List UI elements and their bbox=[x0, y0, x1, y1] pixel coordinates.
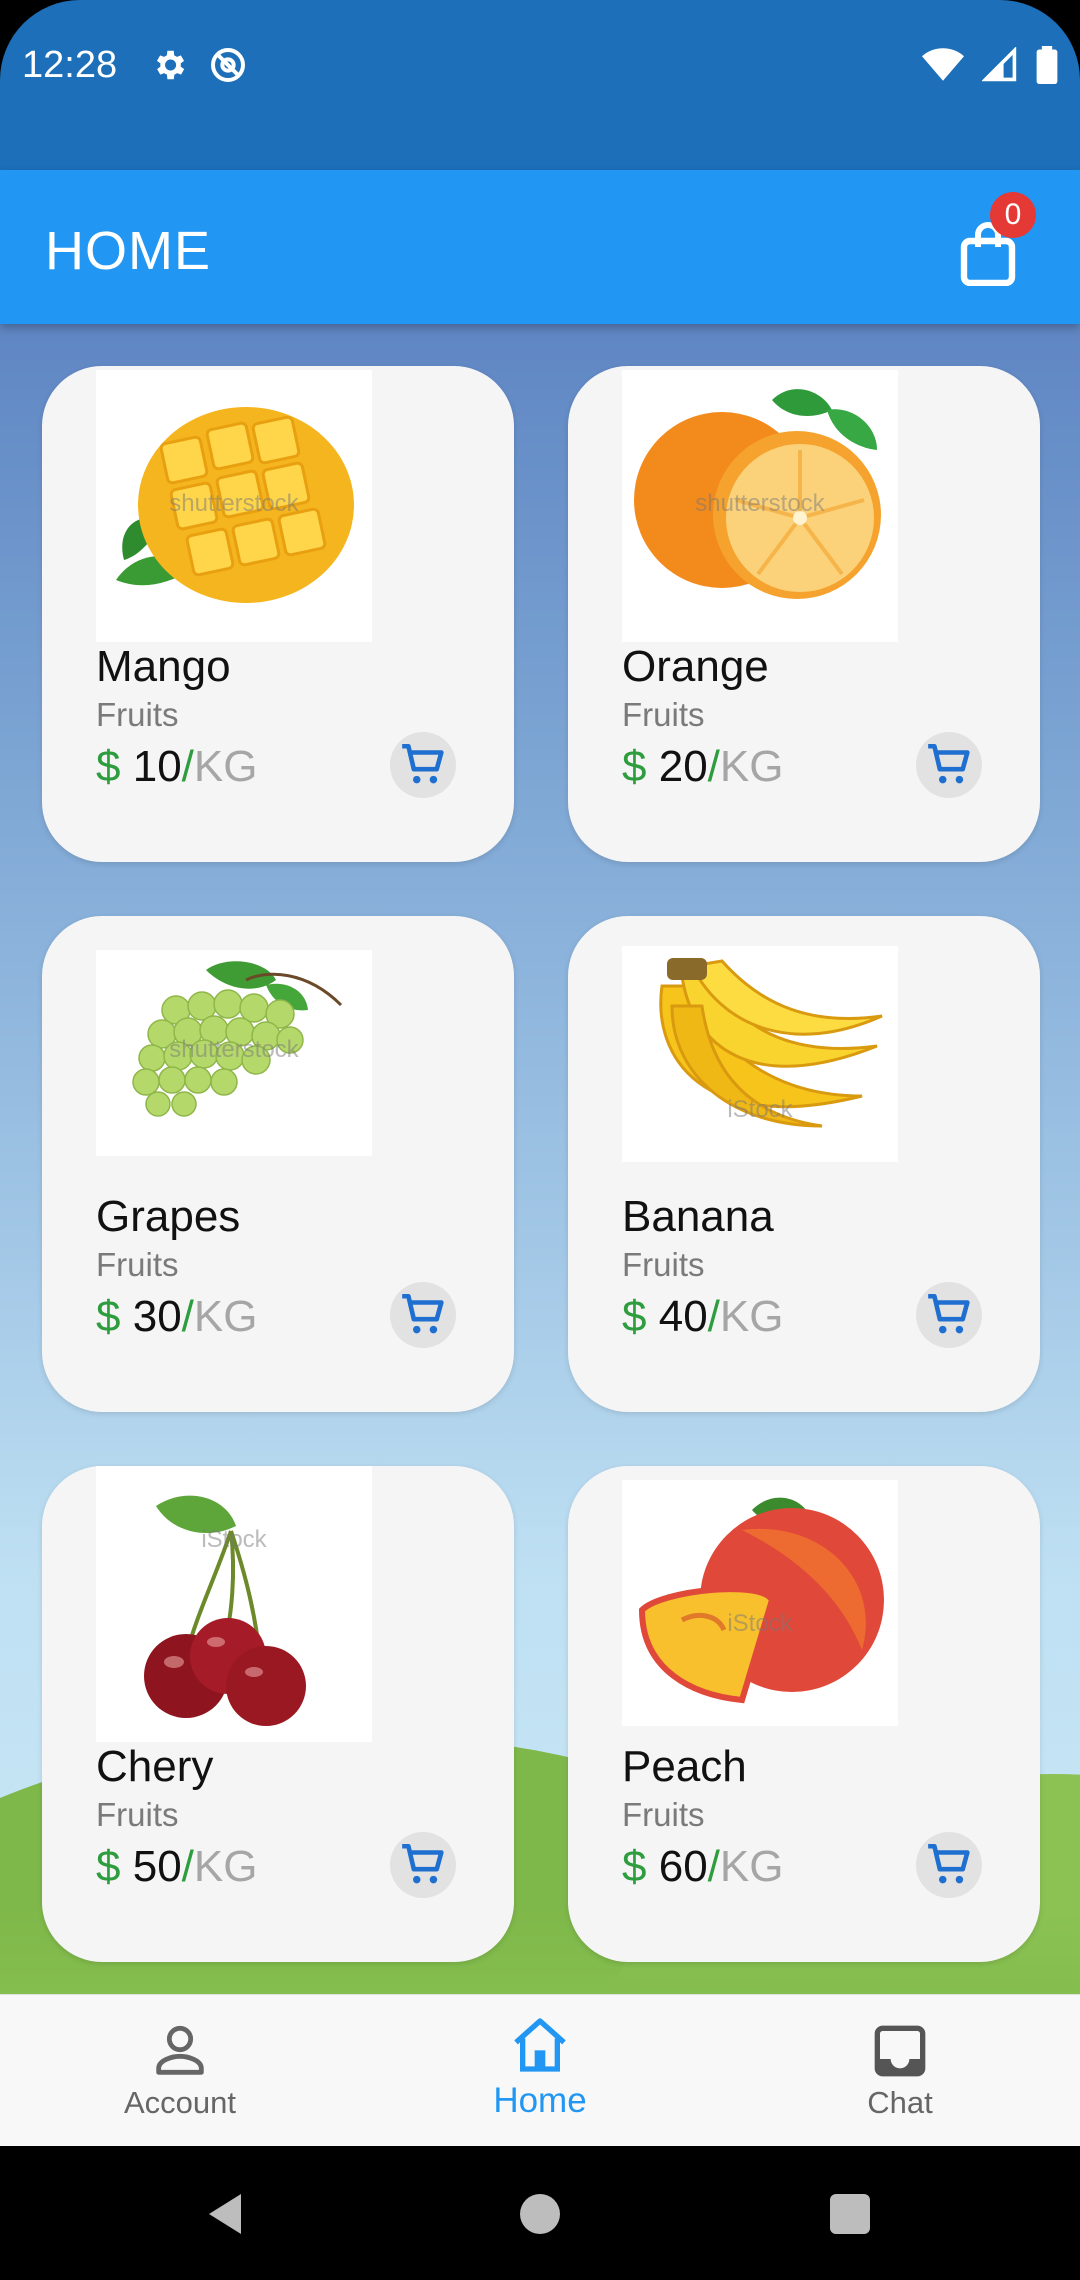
status-bar: 12:28 bbox=[0, 0, 1080, 170]
image-watermark: iStock bbox=[727, 1610, 793, 1637]
system-navigation-bar bbox=[0, 2146, 1080, 2280]
product-card-banana[interactable]: iStock Banana Fruits $ 40/KG bbox=[568, 916, 1040, 1412]
product-name: Orange bbox=[622, 642, 769, 691]
orange-image: shutterstock bbox=[622, 370, 898, 642]
phone-screen: 12:28 HOME 0 shutterstock Mango Fruits $… bbox=[0, 0, 1080, 2280]
product-price: $ 50/KG bbox=[96, 1842, 258, 1891]
product-grid-area: shutterstock Mango Fruits $ 10/KG shutte… bbox=[0, 324, 1080, 1994]
image-watermark: shutterstock bbox=[695, 490, 825, 517]
product-card-mango[interactable]: shutterstock Mango Fruits $ 10/KG bbox=[42, 366, 514, 862]
product-category: Fruits bbox=[622, 1246, 705, 1283]
product-name: Grapes bbox=[96, 1192, 241, 1241]
battery-icon bbox=[1036, 46, 1058, 89]
add-to-cart-button[interactable] bbox=[390, 1832, 456, 1898]
page-title: HOME bbox=[45, 221, 211, 281]
image-watermark: shutterstock bbox=[169, 1036, 299, 1063]
person-icon bbox=[156, 2025, 204, 2075]
app-bar: HOME bbox=[0, 170, 1080, 324]
gear-icon bbox=[150, 46, 188, 89]
product-name: Banana bbox=[622, 1192, 774, 1241]
product-name: Chery bbox=[96, 1742, 214, 1791]
product-price: $ 60/KG bbox=[622, 1842, 784, 1891]
product-price: $ 40/KG bbox=[622, 1292, 784, 1341]
add-to-cart-button[interactable] bbox=[390, 1282, 456, 1348]
mango-image: shutterstock bbox=[96, 370, 372, 642]
nav-label: Chat bbox=[867, 2085, 933, 2120]
cherry-image: iStock bbox=[96, 1466, 372, 1742]
banana-image: iStock bbox=[622, 946, 898, 1162]
home-circle-icon[interactable] bbox=[518, 2192, 562, 2236]
product-card-peach[interactable]: iStock Peach Fruits $ 60/KG bbox=[568, 1466, 1040, 1962]
product-price: $ 10/KG bbox=[96, 742, 258, 791]
product-category: Fruits bbox=[96, 696, 179, 733]
add-to-cart-button[interactable] bbox=[390, 732, 456, 798]
add-to-cart-button[interactable] bbox=[916, 1832, 982, 1898]
cart-icon bbox=[928, 1293, 970, 1334]
product-card-grapes[interactable]: shutterstock Grapes Fruits $ 30/KG bbox=[42, 916, 514, 1412]
nav-label: Account bbox=[123, 2085, 236, 2120]
product-price: $ 20/KG bbox=[622, 742, 784, 791]
nav-item-account[interactable]: Account bbox=[0, 1995, 360, 2147]
product-price: $ 30/KG bbox=[96, 1292, 258, 1341]
cart-icon bbox=[402, 743, 444, 784]
product-category: Fruits bbox=[622, 696, 705, 733]
bottom-navigation: Account Home Chat bbox=[0, 1994, 1080, 2146]
image-watermark: iStock bbox=[727, 1096, 793, 1123]
add-to-cart-button[interactable] bbox=[916, 732, 982, 798]
product-name: Peach bbox=[622, 1742, 747, 1791]
product-name: Mango bbox=[96, 642, 231, 691]
recents-icon[interactable] bbox=[828, 2192, 872, 2236]
cart-icon bbox=[928, 1843, 970, 1884]
nav-label: Home bbox=[493, 2081, 587, 2120]
product-category: Fruits bbox=[96, 1796, 179, 1833]
image-watermark: shutterstock bbox=[169, 490, 299, 517]
signal-icon bbox=[981, 46, 1018, 88]
back-icon[interactable] bbox=[205, 2192, 245, 2236]
wifi-icon bbox=[922, 47, 964, 88]
peach-image: iStock bbox=[622, 1480, 898, 1726]
grapes-image: shutterstock bbox=[96, 950, 372, 1156]
cart-icon bbox=[402, 1843, 444, 1884]
add-to-cart-button[interactable] bbox=[916, 1282, 982, 1348]
product-card-chery[interactable]: iStock Chery Fruits $ 50/KG bbox=[42, 1466, 514, 1962]
status-time: 12:28 bbox=[22, 44, 118, 86]
nav-item-home[interactable]: Home bbox=[360, 1995, 720, 2147]
cart-count-badge: 0 bbox=[990, 192, 1036, 238]
cart-icon bbox=[928, 743, 970, 784]
product-category: Fruits bbox=[622, 1796, 705, 1833]
nav-item-chat[interactable]: Chat bbox=[720, 1995, 1080, 2147]
product-category: Fruits bbox=[96, 1246, 179, 1283]
inbox-icon bbox=[874, 2025, 926, 2077]
cart-icon bbox=[402, 1293, 444, 1334]
product-card-orange[interactable]: shutterstock Orange Fruits $ 20/KG bbox=[568, 366, 1040, 862]
home-icon bbox=[514, 2018, 566, 2072]
at-icon bbox=[208, 45, 248, 90]
image-watermark: iStock bbox=[201, 1526, 267, 1553]
